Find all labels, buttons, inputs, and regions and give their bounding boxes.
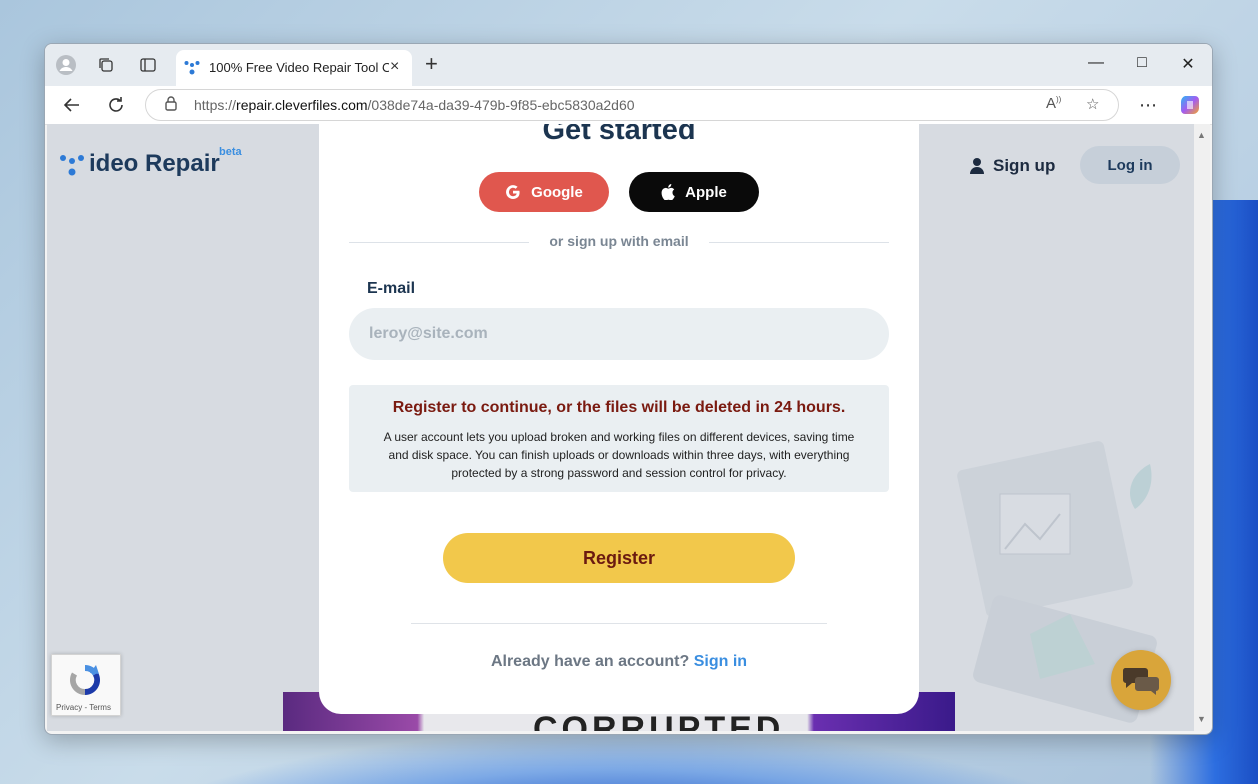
divider-text: or sign up with email <box>549 233 689 249</box>
notice-body: A user account lets you upload broken an… <box>383 430 855 480</box>
scroll-up-icon[interactable]: ▲ <box>1197 130 1206 140</box>
close-tab-icon[interactable]: × <box>390 58 399 76</box>
new-tab-icon[interactable]: + <box>425 53 438 75</box>
email-label: E-mail <box>367 280 416 297</box>
sign-in-link[interactable]: Sign in <box>694 653 747 670</box>
recaptcha-badge[interactable]: Privacy - Terms <box>51 654 121 716</box>
notice-title: Register to continue, or the files will … <box>392 399 846 416</box>
lock-icon[interactable] <box>164 95 178 115</box>
recaptcha-icon <box>69 665 101 695</box>
more-options-icon[interactable]: ⋯ <box>1135 92 1161 118</box>
copilot-icon[interactable] <box>1177 92 1203 118</box>
modal-title: Get started <box>542 124 696 146</box>
log-in-button[interactable]: Log in <box>1080 146 1180 184</box>
refresh-icon[interactable] <box>103 92 129 118</box>
logo-text: ideo Repair <box>89 150 220 177</box>
minimize-icon[interactable]: — <box>1081 54 1111 72</box>
beta-badge: beta <box>219 146 242 158</box>
recaptcha-text[interactable]: Privacy - Terms <box>56 703 111 712</box>
google-label: Google <box>531 183 583 201</box>
registration-notice: Register to continue, or the files will … <box>349 385 889 492</box>
footer-divider <box>411 623 827 624</box>
user-icon <box>970 158 984 174</box>
tab-bar: 100% Free Video Repair Tool Onli × + — □… <box>45 44 1212 86</box>
already-label: Already have an account? <box>490 653 690 670</box>
register-button[interactable]: Register <box>443 533 795 583</box>
chat-bubbles-icon <box>1122 668 1159 695</box>
tab-title: 100% Free Video Repair Tool Onli <box>209 60 389 75</box>
maximize-icon[interactable]: □ <box>1127 54 1157 72</box>
google-signup-button[interactable]: Google <box>479 172 609 212</box>
apple-icon <box>661 184 675 200</box>
already-account-text: Already have an account? Sign in <box>319 653 919 671</box>
vertical-scrollbar[interactable]: ▲ ▼ <box>1194 124 1210 731</box>
tab-active[interactable]: 100% Free Video Repair Tool Onli × <box>176 50 412 86</box>
sign-up-link[interactable]: Sign up <box>969 156 1055 176</box>
page-viewport: ideo Repair beta Sign up Log in CORRUPTE… <box>47 124 1194 731</box>
read-aloud-icon[interactable]: A)) <box>1046 95 1061 112</box>
sign-up-label: Sign up <box>993 156 1056 175</box>
email-field[interactable] <box>349 308 889 360</box>
close-window-icon[interactable]: ✕ <box>1173 54 1203 74</box>
google-icon <box>506 185 520 199</box>
profile-icon[interactable] <box>55 54 77 76</box>
address-bar: https://repair.cleverfiles.com/038de74a-… <box>45 86 1212 125</box>
apple-signup-button[interactable]: Apple <box>629 172 759 212</box>
url-field[interactable]: https://repair.cleverfiles.com/038de74a-… <box>145 89 1119 121</box>
workspaces-icon[interactable] <box>95 54 117 76</box>
video-repair-logo-icon <box>60 155 84 176</box>
browser-window: 100% Free Video Repair Tool Onli × + — □… <box>44 43 1213 735</box>
divider-right <box>709 242 889 243</box>
signup-modal: Get started Google Apple or sign up with… <box>319 124 919 714</box>
favorite-star-icon[interactable]: ☆ <box>1086 95 1099 113</box>
video-repair-favicon-icon <box>184 60 200 76</box>
tab-actions-icon[interactable] <box>137 54 159 76</box>
chat-button[interactable] <box>1111 650 1171 710</box>
scroll-down-icon[interactable]: ▼ <box>1197 714 1206 724</box>
url-text: https://repair.cleverfiles.com/038de74a-… <box>194 97 635 113</box>
back-arrow-icon[interactable] <box>59 92 85 118</box>
apple-label: Apple <box>685 183 727 201</box>
